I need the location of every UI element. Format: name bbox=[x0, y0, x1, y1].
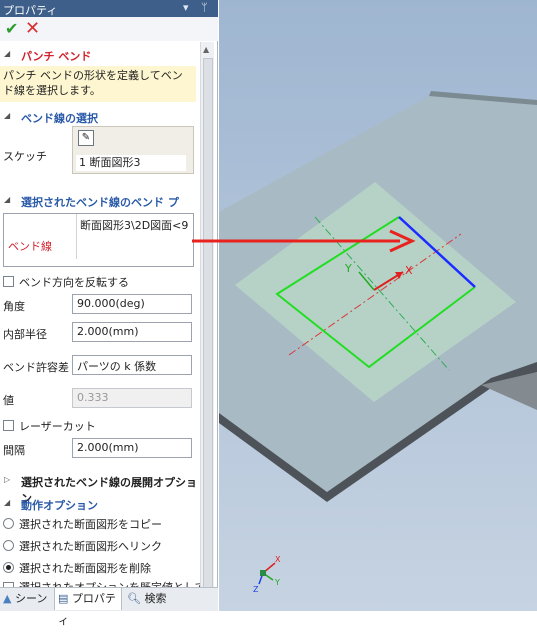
bend-tolerance-label: ベンド許容差 bbox=[3, 361, 69, 374]
section-punch-bend[interactable]: ◢ パンチ ベンド bbox=[0, 46, 200, 64]
collapse-triangle-icon[interactable]: ◢ bbox=[4, 195, 10, 204]
sketch-selection-box[interactable]: ✎ 1 断面図形3 bbox=[72, 126, 194, 174]
section-bend-line-selection-title: ベンド線の選択 bbox=[21, 112, 98, 125]
copy-profile-radio[interactable] bbox=[3, 518, 14, 529]
triad-y-label: Y bbox=[274, 578, 280, 587]
interval-label: 間隔 bbox=[3, 444, 25, 457]
value-label: 値 bbox=[3, 394, 14, 407]
laser-cut-label: レーザーカット bbox=[19, 420, 96, 433]
collapse-triangle-icon[interactable]: ◢ bbox=[4, 498, 10, 507]
bottom-tab-bar: ▲ シーン ▤ プロパティ 🔍︎ 検索 bbox=[0, 587, 218, 627]
delete-profile-radio[interactable] bbox=[3, 562, 14, 573]
checkmark-icon[interactable]: ✔ bbox=[5, 19, 18, 38]
sketch-list-item[interactable]: 1 断面図形3 bbox=[76, 155, 186, 171]
section-operation-options-title: 動作オプション bbox=[21, 499, 98, 512]
tab-properties[interactable]: ▤ プロパティ bbox=[54, 588, 122, 627]
viewport-scene: X Y X Y Z bbox=[219, 91, 537, 594]
annotation-arrow bbox=[192, 229, 416, 253]
vertical-scrollbar[interactable]: ▲ bbox=[200, 42, 214, 588]
section-unfold-options[interactable]: ▷ 選択されたベンド線の展開オプション bbox=[0, 472, 200, 505]
3d-viewport[interactable]: X Y X Y Z bbox=[219, 0, 537, 611]
properties-icon: ▤ bbox=[58, 592, 69, 605]
value-field: 0.333 bbox=[72, 388, 192, 408]
section-selected-bend-props[interactable]: ◢ 選択されたベンド線のベンド プロ... bbox=[0, 192, 200, 225]
panel-dropdown-icon[interactable]: ▾ bbox=[183, 1, 189, 14]
triad-origin bbox=[260, 570, 266, 576]
link-profile-label: 選択された断面図形へリンク bbox=[19, 540, 162, 553]
section-operation-options[interactable]: ◢ 動作オプション bbox=[0, 495, 200, 513]
interval-field[interactable]: 2.000(mm) bbox=[72, 438, 192, 458]
link-profile-radio[interactable] bbox=[3, 540, 14, 551]
laser-cut-checkbox[interactable] bbox=[3, 420, 14, 431]
section-bend-line-selection[interactable]: ◢ ベンド線の選択 bbox=[0, 108, 200, 126]
expand-triangle-icon[interactable]: ▷ bbox=[4, 475, 10, 484]
reverse-direction-checkbox[interactable] bbox=[3, 276, 14, 287]
axis-triad: X Y Z bbox=[253, 555, 281, 594]
panel-title: プロパティ bbox=[3, 4, 58, 17]
sketch-label: スケッチ bbox=[3, 150, 47, 163]
collapse-triangle-icon[interactable]: ◢ bbox=[4, 111, 10, 120]
section-punch-bend-title: パンチ ベンド bbox=[21, 50, 92, 63]
triad-x-label: X bbox=[275, 555, 281, 564]
collapse-triangle-icon[interactable]: ◢ bbox=[4, 49, 10, 58]
tab-search-label: 検索 bbox=[144, 592, 167, 605]
tab-scene[interactable]: ▲ シーン bbox=[0, 588, 52, 610]
panel-content: ◢ パンチ ベンド パンチ ベンドの形状を定義してベンド線を選択します。 ◢ ベ… bbox=[0, 42, 200, 587]
bend-line-value[interactable]: 断面図形3\2D図面<9 bbox=[76, 214, 193, 259]
description-box: パンチ ベンドの形状を定義してベンド線を選択します。 bbox=[0, 66, 196, 102]
bend-tolerance-select[interactable]: パーツの k 係数 bbox=[72, 355, 192, 375]
close-icon[interactable]: ✕ bbox=[25, 18, 40, 39]
tab-scene-label: シーン bbox=[14, 592, 48, 605]
scrollbar-thumb[interactable] bbox=[203, 58, 213, 588]
panel-title-bar: プロパティ ▾ ᛘ bbox=[0, 0, 218, 17]
pin-icon[interactable]: ᛘ bbox=[201, 1, 208, 14]
scene-icon: ▲ bbox=[3, 592, 12, 605]
inner-radius-label: 内部半径 bbox=[3, 328, 47, 341]
search-icon: 🔍︎ bbox=[127, 592, 141, 605]
copy-profile-label: 選択された断面図形をコピー bbox=[19, 518, 162, 531]
triad-z-label: Z bbox=[253, 585, 259, 594]
reverse-direction-label: ベンド方向を反転する bbox=[19, 276, 129, 289]
angle-field[interactable]: 90.000(deg) bbox=[72, 294, 192, 314]
action-bar: ✔ ✕ bbox=[0, 17, 218, 41]
delete-profile-label: 選択された断面図形を削除 bbox=[19, 562, 151, 575]
edit-sketch-icon[interactable]: ✎ bbox=[78, 130, 94, 146]
scroll-up-arrow-icon[interactable]: ▲ bbox=[203, 45, 209, 54]
inner-radius-field[interactable]: 2.000(mm) bbox=[72, 322, 192, 342]
bend-line-box[interactable]: ベンド線 断面図形3\2D図面<9 bbox=[3, 213, 194, 267]
use-as-default-label: 選択されたオプションを既定値として使 bbox=[19, 579, 200, 587]
local-x-label: X bbox=[405, 264, 413, 277]
property-panel: プロパティ ▾ ᛘ ✔ ✕ ◢ パンチ ベンド パンチ ベンドの形状を定義してベ… bbox=[0, 0, 218, 627]
tab-search[interactable]: 🔍︎ 検索 bbox=[124, 588, 184, 610]
local-y-label: Y bbox=[344, 262, 352, 275]
bend-line-label: ベンド線 bbox=[8, 240, 52, 253]
angle-label: 角度 bbox=[3, 300, 25, 313]
